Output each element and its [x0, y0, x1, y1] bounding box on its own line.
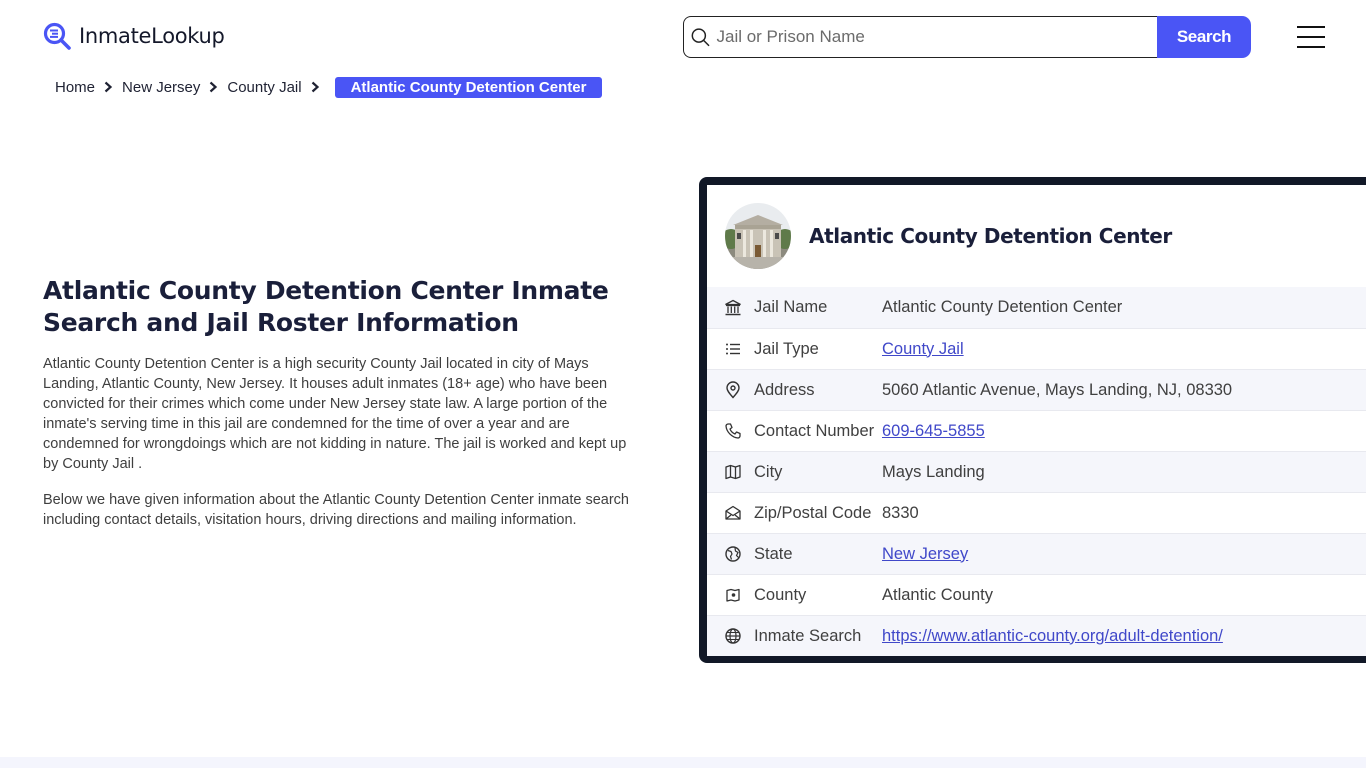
detail-row-county: County Atlantic County	[707, 574, 1366, 615]
logo-magnifier-icon	[43, 22, 71, 50]
detail-label: Jail Type	[754, 339, 819, 358]
detail-row-inmate-search: Inmate Search https://www.atlantic-count…	[707, 615, 1366, 656]
hamburger-menu-button[interactable]	[1297, 26, 1325, 48]
detail-row-zip: Zip/Postal Code 8330	[707, 492, 1366, 533]
search-icon	[691, 28, 710, 47]
state-globe-icon	[725, 546, 741, 562]
detail-label: City	[754, 462, 783, 481]
detail-value: 8330	[882, 503, 919, 522]
breadcrumb-jail-type[interactable]: County Jail	[227, 79, 301, 96]
detail-value: Mays Landing	[882, 462, 985, 481]
page-title: Atlantic County Detention Center Inmate …	[43, 276, 609, 337]
facility-details-table: Jail Name Atlantic County Detention Cent…	[707, 287, 1366, 656]
detail-label: Inmate Search	[754, 626, 862, 645]
card-header: Atlantic County Detention Center	[707, 185, 1366, 287]
search-input[interactable]	[716, 27, 1157, 47]
hamburger-icon-line	[1297, 36, 1325, 38]
chevron-right-icon	[311, 81, 319, 93]
building-icon	[725, 299, 741, 315]
logo-text: InmateLookup	[79, 24, 225, 48]
detail-row-contact-number: Contact Number 609-645-5855	[707, 410, 1366, 451]
state-link[interactable]: New Jersey	[882, 545, 968, 564]
search-box	[683, 16, 1157, 58]
phone-link[interactable]: 609-645-5855	[882, 422, 985, 441]
facility-photo	[725, 203, 791, 269]
detail-row-state: State New Jersey	[707, 533, 1366, 574]
detail-label: State	[754, 544, 793, 563]
detail-label: Jail Name	[754, 298, 828, 316]
building-photo-icon	[725, 203, 791, 269]
county-map-icon	[726, 588, 740, 602]
facility-info-card: Atlantic County Detention Center Jail Na…	[699, 177, 1366, 663]
detail-label: Contact Number	[754, 421, 875, 440]
inmate-search-link[interactable]: https://www.atlantic-county.org/adult-de…	[882, 627, 1223, 646]
hamburger-icon-line	[1297, 46, 1325, 48]
list-icon	[726, 343, 740, 355]
mail-icon	[725, 505, 741, 520]
breadcrumb-home[interactable]: Home	[55, 79, 95, 96]
breadcrumb-current: Atlantic County Detention Center	[334, 76, 603, 98]
info-paragraph: Below we have given information about th…	[43, 492, 629, 528]
hamburger-icon-line	[1297, 26, 1325, 28]
detail-row-city: City Mays Landing	[707, 451, 1366, 492]
search-bar: Search	[683, 16, 1251, 58]
breadcrumb: Home New Jersey County Jail Atlantic Cou…	[55, 76, 603, 98]
card-body: Atlantic County Detention Center Jail Na…	[707, 185, 1366, 656]
phone-icon	[725, 423, 741, 439]
jail-type-link[interactable]: County Jail	[882, 340, 964, 359]
globe-icon	[725, 628, 741, 644]
detail-label: Address	[754, 380, 815, 399]
detail-value: 5060 Atlantic Avenue, Mays Landing, NJ, …	[882, 380, 1233, 399]
detail-value: Atlantic County	[882, 585, 993, 604]
detail-row-jail-name: Jail Name Atlantic County Detention Cent…	[707, 287, 1366, 328]
chevron-right-icon	[210, 81, 218, 93]
map-icon	[725, 464, 741, 480]
detail-value: Atlantic County Detention Center	[882, 298, 1123, 316]
footer-edge	[0, 757, 1366, 768]
detail-label: Zip/Postal Code	[754, 503, 872, 522]
detail-row-jail-type: Jail Type County Jail	[707, 328, 1366, 369]
chevron-right-icon	[104, 81, 113, 93]
breadcrumb-state[interactable]: New Jersey	[122, 79, 200, 96]
map-pin-icon	[726, 381, 740, 399]
intro-paragraph: Atlantic County Detention Center is a hi…	[43, 356, 627, 472]
card-title: Atlantic County Detention Center	[809, 224, 1172, 248]
detail-row-address: Address 5060 Atlantic Avenue, Mays Landi…	[707, 369, 1366, 410]
logo[interactable]: InmateLookup	[43, 22, 225, 50]
search-button[interactable]: Search	[1157, 16, 1251, 58]
detail-label: County	[754, 585, 807, 604]
